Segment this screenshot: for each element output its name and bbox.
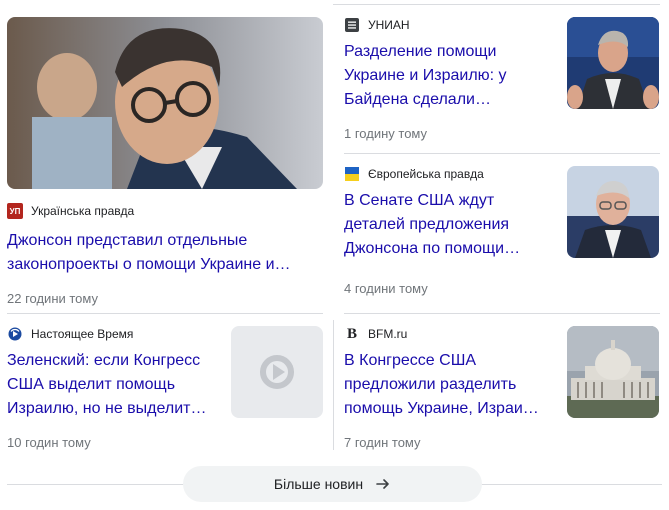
- headline-line: В Сенате США ждут: [344, 192, 495, 209]
- headline-line: Израилю, но не выделит…: [7, 400, 207, 417]
- news-card[interactable]: B BFM.ru В Конгрессе США предложили разд…: [344, 326, 660, 452]
- news-headline-link[interactable]: Джонсон представил отдельные законопроек…: [7, 229, 323, 277]
- headline-line: Разделение помощи: [344, 43, 497, 60]
- more-news-button[interactable]: Більше новин: [183, 466, 482, 502]
- more-news-label: Більше новин: [273, 476, 364, 492]
- headline-line: предложили разделить: [344, 376, 517, 393]
- headline-line: деталей предложения: [344, 216, 510, 233]
- news-source: УП Українська правда: [7, 203, 323, 219]
- news-source-name: BFM.ru: [368, 327, 408, 341]
- headline-line: В Конгрессе США: [344, 352, 477, 369]
- news-thumbnail[interactable]: [567, 166, 659, 258]
- nastoyashchee-vremya-logo-icon: [7, 326, 23, 342]
- news-card[interactable]: УНИАН Разделение помощи Украине и Израил…: [344, 17, 660, 143]
- headline-line: законопроекты о помощи Украине и…: [7, 256, 291, 273]
- photo-capitol: [567, 326, 659, 418]
- headline-line: Украине и Израилю: у: [344, 67, 507, 84]
- photo-spokesman: [567, 17, 659, 109]
- news-headline-link[interactable]: Разделение помощи Украине и Израилю: у Б…: [344, 40, 544, 112]
- news-source-name: Європейська правда: [368, 167, 484, 181]
- photo-senator: [567, 166, 659, 258]
- news-headline-link[interactable]: В Сенате США ждут деталей предложения Дж…: [344, 189, 544, 261]
- news-card[interactable]: Настоящее Время Зеленский: если Конгресс…: [7, 326, 323, 452]
- column-divider: [333, 320, 334, 450]
- ukrainska-pravda-logo-icon: УП: [7, 203, 23, 219]
- top-divider: [333, 4, 660, 5]
- news-source-list-icon: [344, 17, 360, 33]
- news-thumbnail[interactable]: [7, 17, 323, 189]
- headline-line: США выделит помощь: [7, 376, 176, 393]
- news-thumbnail[interactable]: [231, 326, 323, 418]
- headline-line: Зеленский: если Конгресс: [7, 352, 201, 369]
- news-source-name: Настоящее Время: [31, 327, 134, 341]
- news-timestamp: 22 години тому: [7, 291, 98, 306]
- news-timestamp: 10 годин тому: [7, 435, 91, 450]
- news-thumbnail[interactable]: [567, 326, 659, 418]
- video-placeholder-icon: [260, 355, 294, 389]
- headline-line: Джонсон представил отдельные: [7, 232, 248, 249]
- headline-line: Джонсона по помощи…: [344, 240, 521, 257]
- news-timestamp: 7 годин тому: [344, 435, 421, 450]
- photo-speaker: [7, 17, 323, 189]
- news-source-name: УНИАН: [368, 18, 410, 32]
- news-source-name: Українська правда: [31, 204, 135, 218]
- news-card-featured[interactable]: УП Українська правда Джонсон представил …: [7, 17, 323, 306]
- news-headline-link[interactable]: Зеленский: если Конгресс США выделит пом…: [7, 349, 217, 421]
- divider: [7, 313, 323, 314]
- news-timestamp: 4 години тому: [344, 281, 428, 296]
- headline-line: Байдена сделали…: [344, 91, 491, 108]
- divider: [344, 153, 660, 154]
- ukraine-flag-icon: [344, 166, 360, 182]
- divider: [344, 313, 660, 314]
- news-headline-link[interactable]: В Конгрессе США предложили разделить пом…: [344, 349, 554, 421]
- bfm-logo-icon: B: [346, 325, 357, 342]
- headline-line: помощь Украине, Израи…: [344, 400, 539, 417]
- news-timestamp: 1 годину тому: [344, 126, 428, 141]
- news-thumbnail[interactable]: [567, 17, 659, 109]
- news-card[interactable]: Європейська правда В Сенате США ждут дет…: [344, 166, 660, 298]
- arrow-right-icon: [375, 476, 391, 492]
